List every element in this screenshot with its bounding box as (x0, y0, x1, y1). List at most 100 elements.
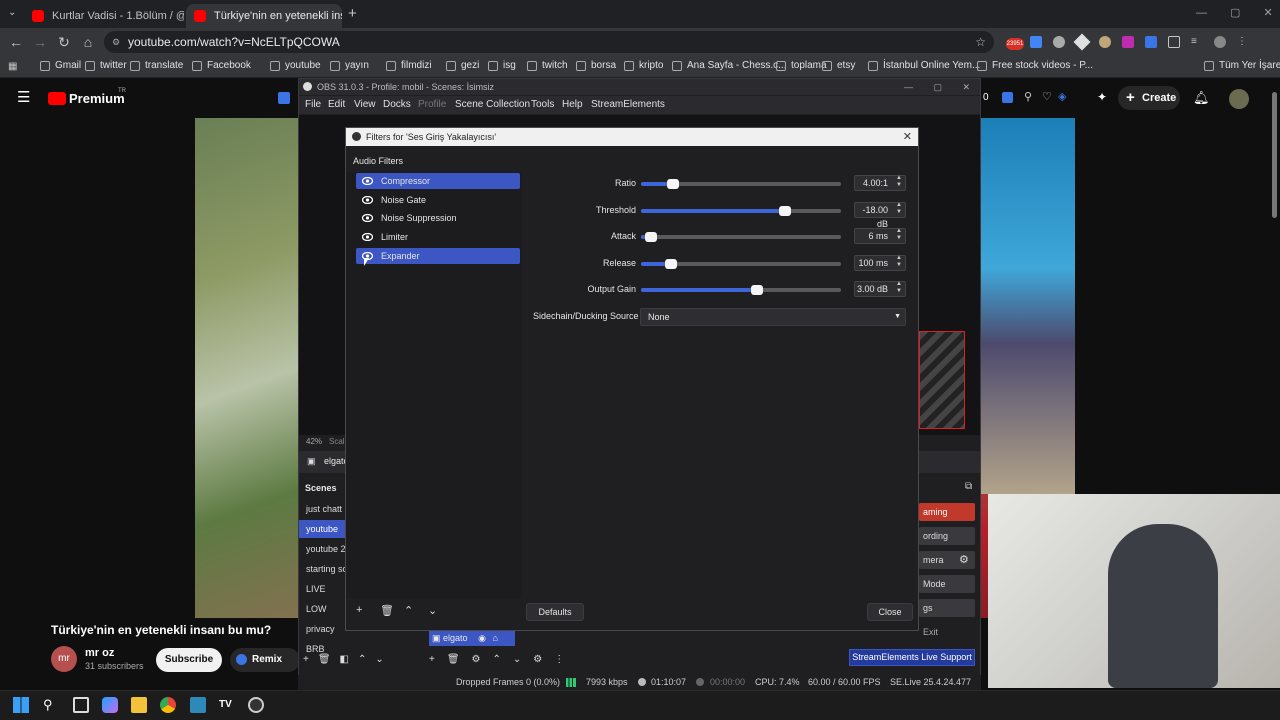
new-tab-button[interactable]: + (348, 5, 357, 22)
bookmark-item[interactable]: Facebook (192, 60, 251, 71)
move-down-icon[interactable]: ⌄ (513, 654, 521, 665)
slider-handle[interactable] (645, 232, 657, 243)
source-outline[interactable] (919, 331, 965, 429)
remove-filter-icon[interactable]: 🗑︎ (380, 604, 394, 617)
scene-item[interactable]: LIVE (299, 580, 347, 598)
param-slider[interactable] (641, 285, 841, 296)
menu-tools[interactable]: Tools (531, 99, 554, 110)
tab-search-icon[interactable]: ⌄ (8, 7, 16, 18)
spin-arrows-icon[interactable]: ▲ ▼ (893, 255, 905, 271)
bookmark-item[interactable]: Free stock videos - P... (977, 60, 1093, 71)
bookmark-item[interactable]: borsa (576, 60, 616, 71)
visibility-eye-icon[interactable] (362, 233, 373, 242)
windows-start-icon[interactable] (13, 697, 29, 713)
filter-item[interactable]: Noise Gate (356, 192, 520, 208)
address-bar[interactable]: ⚙ youtube.com/watch?v=NcELTpQCOWA ☆ (104, 31, 994, 53)
bookmark-item[interactable]: Ana Sayfa - Chess.c... (672, 60, 787, 71)
filter-item[interactable]: Expander (356, 247, 520, 264)
youtube-scrollbar[interactable] (1272, 92, 1277, 218)
notifications-bell-icon[interactable]: 🔔︎ (1193, 90, 1210, 106)
menu-scene-collection[interactable]: Scene Collection (455, 99, 530, 110)
channel-name[interactable]: mr oz (85, 647, 114, 659)
move-filter-up-icon[interactable]: ⌃ (404, 604, 418, 617)
browser-tab-2[interactable]: Türkiye'nin en yetenekli insanı b ✕ (186, 4, 342, 28)
subscribe-button[interactable]: Subscribe (156, 648, 222, 672)
remix-button[interactable]: Remix (230, 648, 300, 672)
menu-icon[interactable]: ⋮ (1237, 36, 1249, 48)
obs-taskbar-icon[interactable] (248, 697, 264, 713)
header-icon-c[interactable]: ⚲ (1024, 90, 1032, 103)
bookmark-star-icon[interactable]: ☆ (975, 31, 986, 53)
studio-icon[interactable]: ✦ (1097, 90, 1107, 104)
bookmark-item[interactable]: toplama (776, 60, 827, 71)
visibility-eye-icon[interactable]: ◉ (478, 633, 486, 643)
extension-icon[interactable] (1053, 36, 1065, 48)
scene-item[interactable]: just chatt (299, 500, 347, 518)
source-settings-icon[interactable]: ⚙ (472, 654, 481, 665)
bookmark-item[interactable]: kripto (624, 60, 663, 71)
bookmark-item[interactable]: isg (488, 60, 516, 71)
menu-file[interactable]: File (305, 99, 321, 110)
param-slider[interactable] (641, 205, 841, 216)
scene-item[interactable]: youtube (299, 520, 347, 538)
visibility-eye-icon[interactable] (362, 214, 373, 223)
control-button[interactable]: Exit (919, 623, 975, 641)
more-options-icon[interactable]: ⋮ (554, 654, 564, 665)
slider-handle[interactable] (751, 285, 763, 296)
tradingview-icon[interactable]: TV (219, 697, 235, 713)
obs-window-controls[interactable]: — ▢ ✕ (904, 79, 970, 95)
create-button[interactable]: + Create (1118, 86, 1180, 110)
menu-streamelements[interactable]: StreamElements (591, 99, 665, 110)
header-icon-e[interactable]: ◈ (1058, 90, 1066, 103)
add-scene-icon[interactable]: + (303, 654, 309, 672)
bookmark-item[interactable]: twitch (527, 60, 568, 71)
scene-filters-icon[interactable]: ◧ (340, 654, 349, 672)
header-icon-b[interactable] (1002, 92, 1013, 103)
control-button[interactable]: Mode (919, 575, 975, 593)
visibility-eye-icon[interactable] (362, 195, 373, 204)
forward-icon[interactable]: → (32, 34, 48, 50)
media-control-icon[interactable]: ≡ (1191, 36, 1203, 48)
user-avatar[interactable] (1229, 89, 1249, 109)
bookmark-item[interactable]: youtube (270, 60, 321, 71)
add-filter-icon[interactable]: + (356, 604, 370, 617)
menu-edit[interactable]: Edit (328, 99, 345, 110)
profile-avatar-icon[interactable] (1214, 36, 1226, 48)
hamburger-menu-icon[interactable]: ☰ (17, 90, 30, 105)
remove-scene-icon[interactable]: 🗑︎ (318, 654, 331, 672)
move-filter-down-icon[interactable]: ⌄ (428, 604, 442, 617)
copilot-icon[interactable] (102, 697, 118, 713)
channel-avatar[interactable]: mr (51, 646, 77, 672)
slider-handle[interactable] (667, 179, 679, 189)
menu-help[interactable]: Help (562, 99, 583, 110)
bookmark-item[interactable]: Tüm Yer İşaretleri (1204, 60, 1280, 71)
filter-item[interactable]: Noise Suppression (356, 210, 520, 226)
reload-icon[interactable]: ↻ (56, 34, 72, 50)
move-up-icon[interactable]: ⌃ (493, 654, 501, 665)
site-info-icon[interactable]: ⚙ (112, 31, 120, 53)
back-icon[interactable]: ← (8, 34, 24, 50)
scene-item[interactable]: starting sc (299, 560, 347, 578)
apps-grid-icon[interactable]: ▦ (8, 61, 17, 72)
menu-docks[interactable]: Docks (383, 99, 411, 110)
extensions-puzzle-icon[interactable] (1168, 36, 1180, 48)
move-up-icon[interactable]: ⌃ (358, 654, 366, 672)
bookmark-item[interactable]: twitter (85, 60, 127, 71)
header-icon-d[interactable]: ♡ (1042, 90, 1052, 103)
param-slider[interactable] (641, 232, 841, 243)
extension-icon[interactable] (1099, 36, 1111, 48)
bookmark-item[interactable]: etsy (822, 60, 855, 71)
mixer-source[interactable]: ▣ elgato ◉ ⌂ (429, 631, 515, 646)
bookmark-item[interactable]: yayın (330, 60, 369, 71)
slider-handle[interactable] (665, 258, 677, 269)
bookmark-item[interactable]: Gmail (40, 60, 81, 71)
file-explorer-icon[interactable] (131, 697, 147, 713)
home-icon[interactable]: ⌂ (80, 34, 96, 50)
menu-profile[interactable]: Profile (418, 99, 446, 110)
controls-settings-icon[interactable]: ⚙ (959, 553, 969, 566)
bookmark-item[interactable]: filmdizi (386, 60, 432, 71)
slider-handle[interactable] (779, 205, 791, 216)
dock-undock-icon[interactable]: ⧉ (965, 481, 972, 492)
scene-item[interactable]: LOW (299, 600, 347, 618)
control-button[interactable]: ording (919, 527, 975, 545)
